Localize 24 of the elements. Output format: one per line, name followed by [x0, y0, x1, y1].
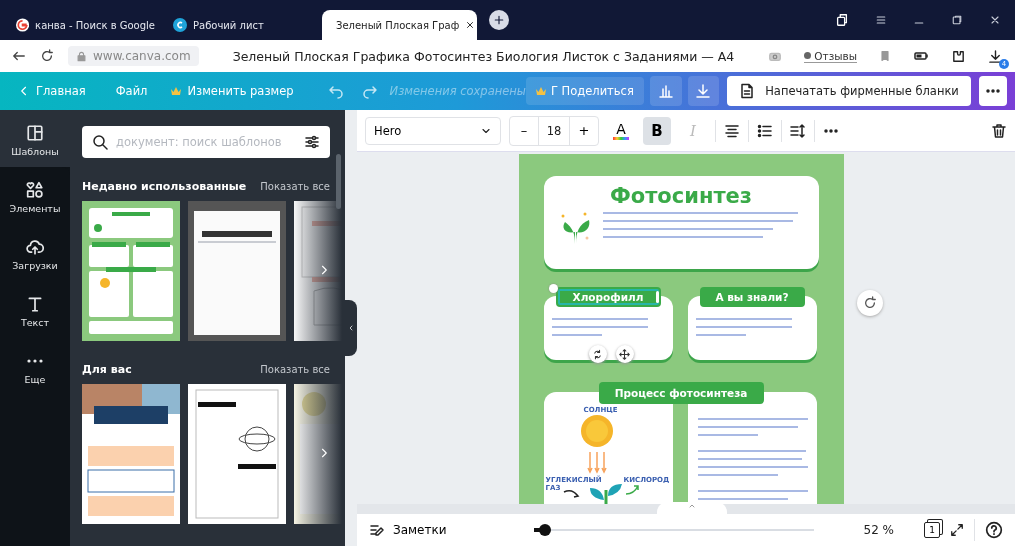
design-title: Фотосинтез [609, 184, 753, 208]
save-status: Изменения сохранены [389, 84, 526, 98]
show-all-link[interactable]: Показать все [260, 364, 330, 375]
template-search-field[interactable]: документ: поиск шаблонов [82, 126, 330, 158]
notes-button[interactable]: Заметки [369, 522, 447, 538]
print-button[interactable]: Напечатать фирменные бланки [727, 76, 971, 106]
feedback-link[interactable]: Отзывы [804, 49, 857, 63]
page-title: Зеленый Плоская Графика Фотосинтез Биология Листок с Заданиями — A4 [232, 48, 735, 64]
decrease-size-button[interactable]: – [510, 122, 538, 139]
font-size-field[interactable]: 18 [538, 116, 570, 145]
section-heading: Процесс фотосинтеза [598, 382, 764, 404]
font-dropdown[interactable]: Hero [365, 116, 501, 145]
increase-size-button[interactable]: + [570, 122, 598, 139]
show-all-link[interactable]: Показать все [260, 181, 330, 192]
bold-button[interactable]: B [643, 116, 671, 145]
section-title: Для вас [82, 363, 132, 376]
browser-tab[interactable]: канва - Поиск в Google [8, 10, 163, 40]
section-title: Недавно использованные [82, 180, 247, 193]
zoom-value[interactable]: 52 % [863, 523, 894, 537]
side-rail-item[interactable]: Шаблоны [0, 110, 70, 167]
browser-tab[interactable]: Рабочий лист [165, 10, 320, 40]
page-count-button[interactable]: 1 [924, 522, 940, 538]
text-color-button[interactable]: A [607, 116, 635, 145]
browser-tab[interactable]: Зеленый Плоская Граф [322, 10, 477, 40]
